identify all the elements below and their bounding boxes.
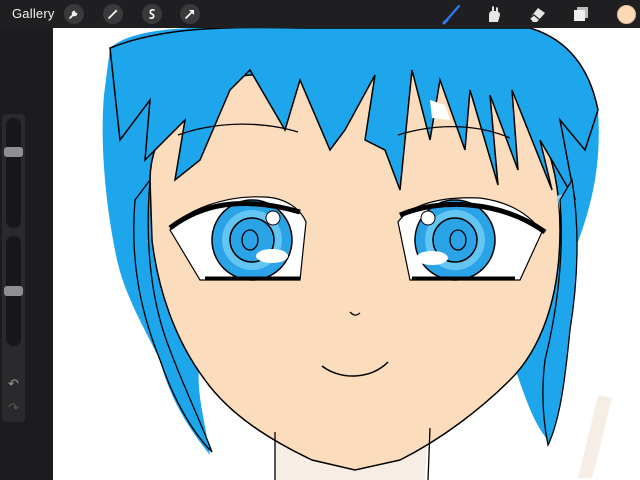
- brush-opacity-slider-thumb[interactable]: [4, 286, 23, 296]
- smudge-icon[interactable]: [483, 3, 505, 25]
- brush-controls-panel: ↶ ↷: [2, 114, 25, 422]
- wrench-icon[interactable]: [64, 4, 84, 24]
- left-sidebar: ↶ ↷: [0, 28, 53, 480]
- brush-size-slider[interactable]: [4, 118, 23, 228]
- brush-size-slider-thumb[interactable]: [4, 147, 23, 157]
- undo-icon[interactable]: ↶: [6, 376, 21, 391]
- gallery-button[interactable]: Gallery: [12, 6, 55, 21]
- redo-icon[interactable]: ↷: [6, 400, 21, 415]
- magic-wand-icon[interactable]: [103, 4, 123, 24]
- brush-opacity-slider[interactable]: [4, 236, 23, 346]
- brush-icon[interactable]: [441, 3, 463, 25]
- top-toolbar: Gallery: [0, 0, 640, 28]
- layers-icon[interactable]: [570, 3, 592, 25]
- drawing-canvas[interactable]: [53, 28, 640, 480]
- color-picker-button[interactable]: [617, 5, 636, 24]
- background-stroke: [578, 395, 612, 478]
- selection-icon[interactable]: [142, 4, 162, 24]
- eraser-icon[interactable]: [526, 3, 548, 25]
- transform-arrow-icon[interactable]: [180, 4, 200, 24]
- anime-girl-drawing: [102, 28, 612, 480]
